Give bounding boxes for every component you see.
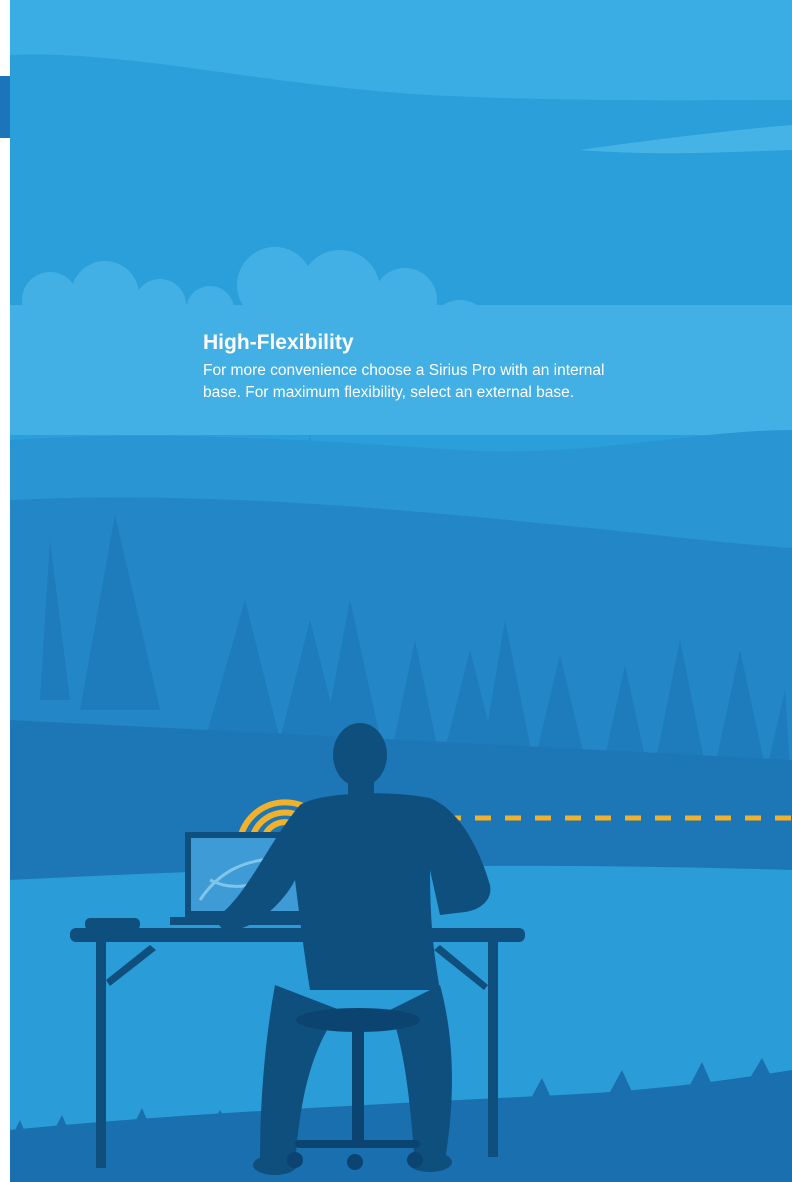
feature-text-block: High-Flexibility For more convenience ch… — [203, 330, 683, 404]
illustration — [10, 0, 792, 1182]
page-margin — [0, 0, 10, 1182]
brochure-page: High-Flexibility For more convenience ch… — [0, 0, 792, 1182]
feature-headline: High-Flexibility — [203, 331, 354, 354]
edge-tab-marker — [0, 76, 10, 138]
feature-description-line-1: For more convenience choose a Sirius Pro… — [203, 362, 605, 379]
feature-description: For more convenience choose a Sirius Pro… — [203, 360, 683, 404]
feature-description-line-2: base. For maximum flexibility, select an… — [203, 384, 575, 401]
